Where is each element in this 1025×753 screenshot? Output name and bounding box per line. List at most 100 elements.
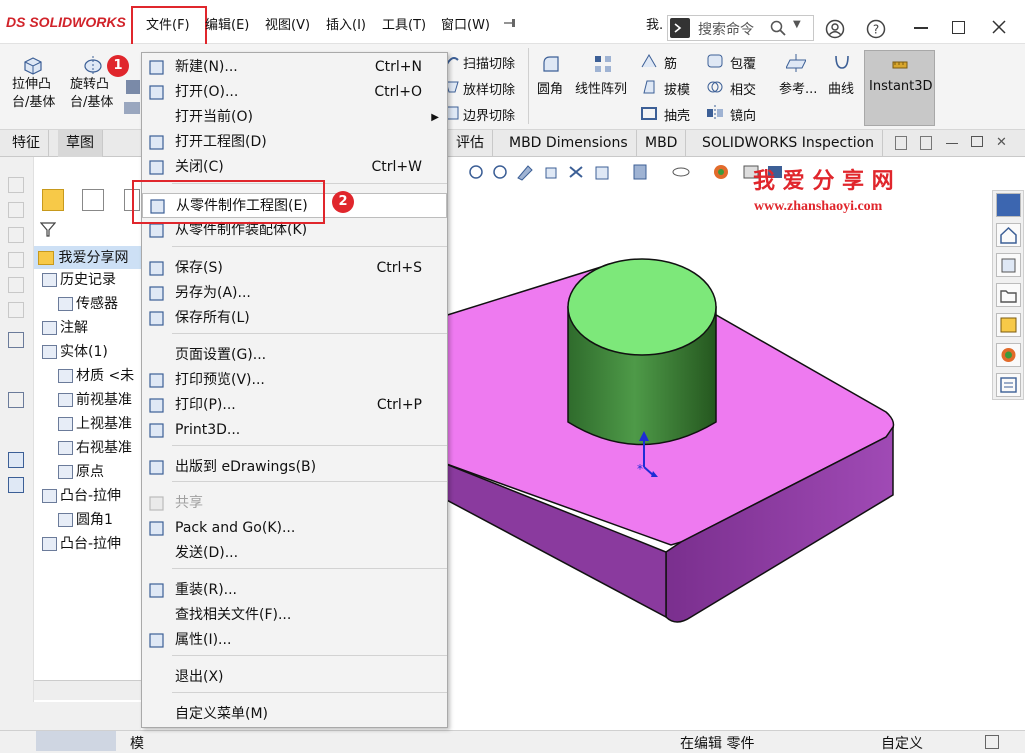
fillet-label[interactable]: 圆角 bbox=[537, 78, 563, 97]
file-menu-item[interactable]: 打开工程图(D) bbox=[142, 130, 447, 155]
reference-geometry-icon[interactable] bbox=[785, 52, 807, 74]
file-menu-item[interactable]: 新建(N)... Ctrl+N bbox=[142, 55, 447, 80]
copy-icon[interactable] bbox=[8, 477, 24, 493]
draft-icon[interactable] bbox=[640, 78, 658, 96]
filter-icon[interactable] bbox=[39, 221, 57, 237]
tab-solidworks-inspection[interactable]: SOLIDWORKS Inspection bbox=[694, 130, 884, 157]
reference-geometry-label[interactable]: 参考... bbox=[779, 78, 817, 97]
status-custom[interactable]: 自定义 bbox=[881, 733, 923, 753]
revolve-boss-icon[interactable] bbox=[82, 54, 104, 76]
box-icon[interactable] bbox=[8, 302, 24, 318]
tree-item[interactable]: 圆角1 bbox=[58, 508, 113, 532]
search-dropdown-icon[interactable]: ▼ bbox=[793, 19, 801, 30]
home-icon[interactable] bbox=[996, 223, 1021, 247]
rib-label[interactable]: 筋 bbox=[664, 53, 677, 72]
tree-horizontal-scrollbar[interactable] bbox=[34, 680, 141, 700]
status-model-tab[interactable]: 模 bbox=[130, 733, 144, 753]
linear-pattern-icon[interactable] bbox=[593, 54, 613, 74]
tree-item[interactable]: 历史记录 bbox=[42, 268, 116, 292]
linear-pattern-label[interactable]: 线性阵列 bbox=[575, 78, 627, 97]
file-menu-item[interactable]: 重装(R)... bbox=[142, 578, 447, 603]
intersect-icon[interactable] bbox=[706, 78, 724, 96]
lofted-boss-icon[interactable] bbox=[124, 102, 140, 114]
file-menu-item[interactable]: 页面设置(G)... bbox=[142, 343, 447, 368]
tree-item[interactable]: 右视基准 bbox=[58, 436, 132, 460]
minimize-icon[interactable] bbox=[914, 27, 928, 29]
solidworks-resources-icon[interactable] bbox=[996, 193, 1021, 217]
tab-mbd[interactable]: MBD bbox=[637, 130, 687, 157]
solidworks-logo[interactable]: DS SOLIDWORKS bbox=[6, 14, 126, 30]
menu-overflow-label[interactable]: 我. bbox=[646, 14, 663, 33]
maximize-icon[interactable] bbox=[952, 21, 965, 34]
tree-item[interactable]: 注解 bbox=[42, 316, 88, 340]
boundary-cut-label[interactable]: 边界切除 bbox=[463, 105, 515, 124]
tree-item[interactable]: 材质 <未 bbox=[58, 364, 134, 388]
pin-icon[interactable] bbox=[503, 16, 517, 30]
curves-icon[interactable] bbox=[832, 52, 852, 74]
shell-label[interactable]: 抽壳 bbox=[664, 105, 690, 124]
menu-file[interactable]: 文件(F) bbox=[146, 14, 190, 33]
tree-item[interactable]: 传感器 bbox=[58, 292, 118, 316]
menu-view[interactable]: 视图(V) bbox=[265, 14, 310, 33]
tree-item[interactable]: 实体(1) bbox=[42, 340, 108, 364]
search-icon[interactable] bbox=[770, 20, 786, 36]
doc-restore-icon[interactable] bbox=[971, 136, 983, 147]
select-icon[interactable] bbox=[8, 332, 24, 348]
file-menu-item[interactable]: 保存所有(L) bbox=[142, 306, 447, 331]
wrap-label[interactable]: 包覆 bbox=[730, 53, 756, 72]
wrap-icon[interactable] bbox=[706, 52, 724, 70]
sweep-cut-label[interactable]: 扫描切除 bbox=[463, 53, 515, 72]
view-palette-icon[interactable] bbox=[996, 313, 1021, 337]
tree-item[interactable]: 前视基准 bbox=[58, 388, 132, 412]
doc-close-icon[interactable]: ✕ bbox=[996, 135, 1007, 150]
fillet-icon[interactable] bbox=[541, 54, 561, 74]
custom-properties-icon[interactable] bbox=[996, 373, 1021, 397]
tree-item[interactable]: 凸台-拉伸 bbox=[42, 532, 121, 556]
loft-cut-label[interactable]: 放样切除 bbox=[463, 79, 515, 98]
menu-tools[interactable]: 工具(T) bbox=[382, 14, 426, 33]
file-menu-item[interactable]: 查找相关文件(F)... bbox=[142, 603, 447, 628]
tree-item[interactable]: 上视基准 bbox=[58, 412, 132, 436]
file-menu-item[interactable]: 出版到 eDrawings(B) bbox=[142, 455, 447, 480]
tab-mbd-dimensions[interactable]: MBD Dimensions bbox=[501, 130, 637, 157]
shell-icon[interactable] bbox=[640, 104, 658, 122]
copy-icon[interactable] bbox=[8, 452, 24, 468]
extrude-boss-label[interactable]: 拉伸凸 台/基体 bbox=[12, 76, 55, 112]
file-menu-item[interactable]: Pack and Go(K)... bbox=[142, 516, 447, 541]
help-icon[interactable]: ? bbox=[866, 19, 886, 39]
file-menu-item[interactable]: 保存(S) Ctrl+S bbox=[142, 256, 447, 281]
file-menu-item[interactable]: 自定义菜单(M) bbox=[142, 702, 447, 727]
box-icon[interactable] bbox=[8, 277, 24, 293]
box-icon[interactable] bbox=[8, 252, 24, 268]
curves-label[interactable]: 曲线 bbox=[828, 78, 854, 97]
tile-window-icon[interactable] bbox=[895, 136, 907, 150]
file-menu-item[interactable]: 打印(P)... Ctrl+P bbox=[142, 393, 447, 418]
monitor-icon[interactable] bbox=[8, 392, 24, 408]
extrude-boss-icon[interactable] bbox=[22, 54, 44, 76]
file-menu-item[interactable]: 打印预览(V)... bbox=[142, 368, 447, 393]
search-placeholder[interactable]: 搜索命令 bbox=[698, 19, 754, 39]
box-icon[interactable] bbox=[8, 177, 24, 193]
box-icon[interactable] bbox=[8, 227, 24, 243]
tab-sketch[interactable]: 草图 bbox=[58, 130, 103, 157]
file-menu-item[interactable]: 属性(I)... bbox=[142, 628, 447, 653]
file-menu-item[interactable]: 关闭(C) Ctrl+W bbox=[142, 155, 447, 180]
property-manager-tab-icon[interactable] bbox=[82, 189, 104, 211]
file-menu-item[interactable]: 退出(X) bbox=[142, 665, 447, 690]
tree-scroll-tabs[interactable] bbox=[36, 731, 116, 751]
search-box[interactable]: 搜索命令 ▼ bbox=[667, 15, 814, 41]
status-icon[interactable] bbox=[985, 735, 999, 749]
file-menu-item[interactable]: 打开(O)... Ctrl+O bbox=[142, 80, 447, 105]
next-window-icon[interactable] bbox=[920, 136, 932, 150]
mirror-icon[interactable] bbox=[706, 104, 724, 122]
file-menu-item[interactable]: 打开当前(O) ▶ bbox=[142, 105, 447, 130]
tree-item[interactable]: 原点 bbox=[58, 460, 104, 484]
feature-manager-tab-icon[interactable] bbox=[42, 189, 64, 211]
menu-edit[interactable]: 编辑(E) bbox=[205, 14, 249, 33]
appearances-icon[interactable] bbox=[996, 343, 1021, 367]
file-menu-item[interactable]: Print3D... bbox=[142, 418, 447, 443]
user-icon[interactable] bbox=[825, 19, 845, 39]
menu-window[interactable]: 窗口(W) bbox=[441, 14, 490, 33]
swept-boss-icon[interactable] bbox=[126, 80, 140, 94]
revolve-boss-label[interactable]: 旋转凸 台/基体 bbox=[70, 76, 113, 112]
